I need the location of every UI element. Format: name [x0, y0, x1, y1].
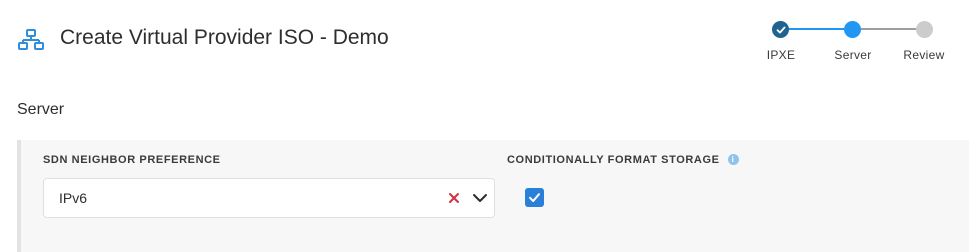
step-ipxe-dot[interactable]: [772, 21, 789, 38]
sdn-neighbor-preference-select[interactable]: IPv6: [43, 178, 495, 218]
step-connector-done: [782, 28, 844, 30]
conditionally-format-storage-label-text: CONDITIONALLY FORMAT STORAGE: [507, 154, 720, 166]
conditionally-format-storage-label: CONDITIONALLY FORMAT STORAGE i: [507, 154, 739, 166]
chevron-down-icon[interactable]: [472, 191, 488, 205]
select-value: IPv6: [59, 190, 88, 206]
sdn-neighbor-preference-label-text: SDN NEIGHBOR PREFERENCE: [43, 154, 221, 166]
clear-icon[interactable]: [447, 190, 461, 206]
server-section: SDN NEIGHBOR PREFERENCE CONDITIONALLY FO…: [17, 140, 969, 252]
step-connector-todo: [854, 28, 916, 30]
step-label-review: Review: [903, 48, 945, 62]
conditionally-format-storage-checkbox[interactable]: [525, 188, 544, 207]
network-icon: [18, 29, 44, 50]
wizard-stepper: IPXE Server Review: [760, 18, 960, 68]
sdn-neighbor-preference-label: SDN NEIGHBOR PREFERENCE: [43, 154, 221, 166]
check-icon: [529, 193, 540, 202]
info-icon[interactable]: i: [727, 154, 739, 165]
page-title: Create Virtual Provider ISO - Demo: [60, 26, 389, 49]
check-icon: [776, 26, 785, 33]
step-label-server[interactable]: Server: [823, 48, 883, 62]
section-title: Server: [17, 101, 65, 118]
step-label-ipxe[interactable]: IPXE: [751, 48, 811, 62]
step-server-dot[interactable]: [844, 21, 861, 38]
step-review-dot: [916, 21, 933, 38]
